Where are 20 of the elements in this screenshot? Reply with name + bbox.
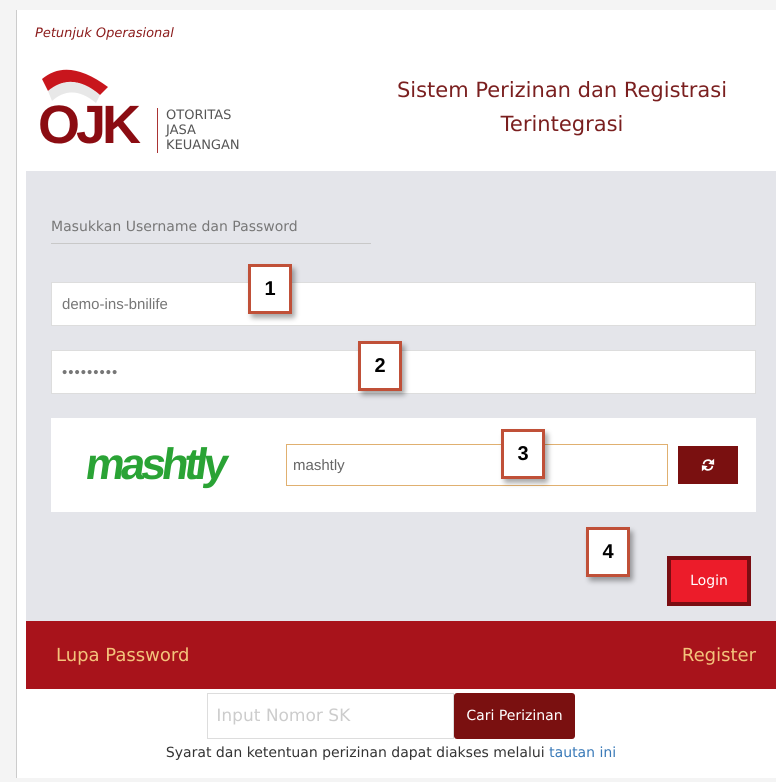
refresh-icon	[701, 458, 715, 472]
logo-mark: OJK	[38, 95, 138, 155]
logo-text: JASA	[166, 123, 197, 138]
login-button[interactable]: Login	[667, 556, 751, 606]
step-marker: 1	[248, 264, 292, 314]
refresh-button[interactable]	[678, 446, 738, 484]
terms-text: Syarat dan ketentuan perizinan dapat diakses melalui tautan ini	[164, 745, 618, 761]
logo-text: KEUANGAN	[166, 138, 240, 153]
app-title: Sistem Perizinan dan Registrasi Terintegrasi	[396, 77, 728, 138]
search-button[interactable]: Cari Perizinan	[454, 693, 575, 739]
form-heading: Masukkan Username dan Password	[51, 215, 371, 244]
guide-link[interactable]: Petunjuk Operasional	[35, 26, 174, 41]
step-marker: 2	[358, 341, 402, 391]
captcha-image: mashtly	[82, 440, 230, 490]
step-marker: 4	[586, 527, 630, 577]
terms-link[interactable]: tautan ini	[549, 745, 616, 761]
logo-text: OTORITAS	[166, 108, 232, 123]
step-marker: 3	[501, 429, 545, 479]
forgot-password-link[interactable]: Lupa Password	[56, 644, 190, 666]
register-link[interactable]: Register	[682, 644, 756, 666]
